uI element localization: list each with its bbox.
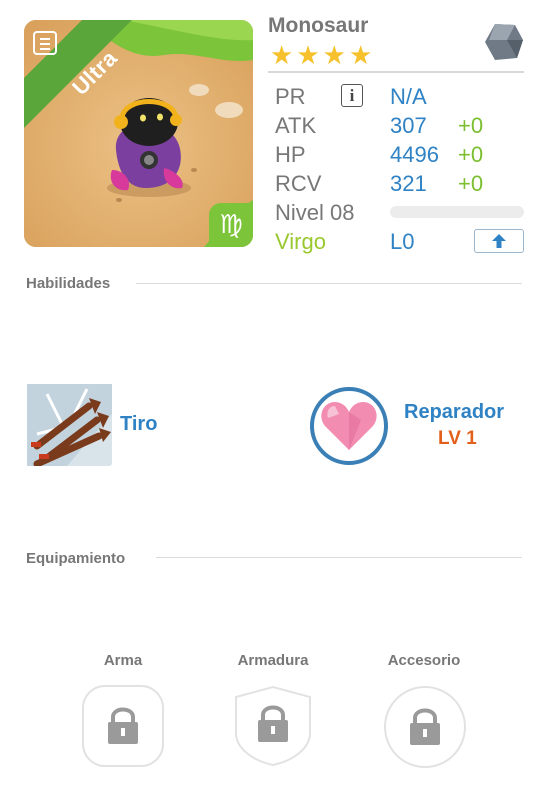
skill-reparador-name[interactable]: Reparador: [404, 401, 504, 424]
equipment-section-title: Equipamiento: [26, 550, 126, 567]
star-icon: ★: [296, 40, 320, 70]
info-icon[interactable]: i: [341, 84, 363, 107]
skill-tiro-icon[interactable]: [27, 384, 112, 471]
zodiac-label: Virgo: [275, 229, 326, 254]
rcv-label: RCV: [275, 171, 322, 196]
hp-label: HP: [275, 142, 306, 167]
star-icon: ★: [270, 40, 294, 70]
level-label: Nivel 08: [275, 200, 355, 225]
upgrade-button[interactable]: [474, 229, 524, 253]
pr-value: N/A: [390, 84, 427, 109]
equipment-divider: [156, 557, 522, 558]
atk-label: ATK: [275, 113, 317, 138]
atk-value: 307: [390, 113, 427, 138]
element-gem-icon: [483, 22, 525, 67]
accessory-label: Accesorio: [387, 652, 461, 669]
skill-reparador-icon[interactable]: [309, 386, 389, 471]
rcv-bonus: +0: [458, 171, 484, 196]
virgo-icon: ♍: [219, 210, 243, 240]
pr-label: PR: [275, 84, 306, 109]
rarity-stars: ★ ★ ★ ★: [270, 42, 372, 68]
skill-reparador-level: LV 1: [438, 428, 477, 449]
accessory-slot[interactable]: [383, 685, 467, 774]
star-icon: ★: [322, 40, 346, 70]
weapon-label: Arma: [103, 652, 143, 669]
monster-portrait[interactable]: Ultra ♍: [24, 20, 253, 247]
hp-value: 4496: [390, 142, 439, 167]
limit-label: L0: [390, 229, 415, 254]
rcv-value: 321: [390, 171, 427, 196]
skills-divider: [136, 283, 522, 284]
weapon-slot[interactable]: [82, 685, 164, 772]
zodiac-badge: ♍: [209, 203, 253, 247]
armor-label: Armadura: [237, 652, 309, 669]
skills-section-title: Habilidades: [26, 275, 111, 292]
armor-slot[interactable]: [232, 685, 314, 772]
level-progress-bar: [390, 206, 524, 218]
star-icon: ★: [348, 40, 373, 70]
skill-tiro-name[interactable]: Tiro: [120, 413, 157, 436]
header-divider: [268, 71, 524, 73]
atk-bonus: +0: [458, 113, 484, 138]
hp-bonus: +0: [458, 142, 484, 167]
arrow-up-icon: [492, 234, 506, 248]
monster-name: Monosaur: [268, 14, 369, 37]
